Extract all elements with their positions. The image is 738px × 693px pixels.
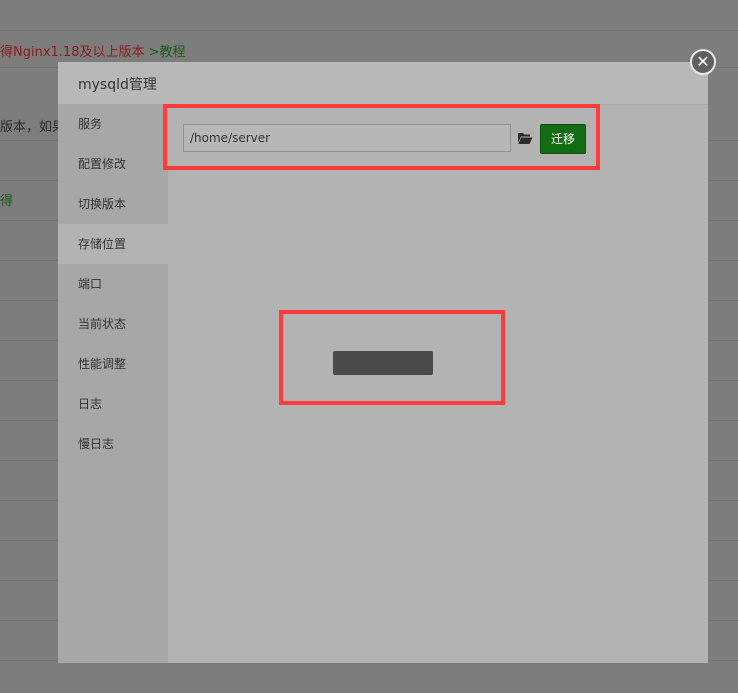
close-icon[interactable]: ✕: [690, 49, 716, 75]
dialog-header: mysqld管理: [58, 62, 708, 105]
sidebar-item-port[interactable]: 端口: [58, 264, 168, 304]
sidebar-item-log[interactable]: 日志: [58, 384, 168, 424]
sidebar-item-storage-location[interactable]: 存储位置: [58, 224, 168, 264]
dialog-title: mysqld管理: [78, 77, 157, 93]
sidebar-item-switch-version[interactable]: 切换版本: [58, 184, 168, 224]
bg-tutorial-link: >教程: [148, 45, 186, 60]
sidebar-item-performance[interactable]: 性能调整: [58, 344, 168, 384]
bg-link-text: 得: [0, 194, 14, 209]
bg-notice: 得Nginx1.18及以上版本 >教程: [0, 41, 186, 60]
dialog-sidebar: 服务 配置修改 切换版本 存储位置 端口 当前状态 性能调整 日志 慢日志: [58, 104, 168, 663]
bg-notice-text: 得Nginx1.18及以上版本: [0, 45, 145, 60]
sidebar-item-config[interactable]: 配置修改: [58, 144, 168, 184]
highlight-box-loading: [279, 310, 505, 405]
sidebar-item-service[interactable]: 服务: [58, 104, 168, 144]
sidebar-item-current-status[interactable]: 当前状态: [58, 304, 168, 344]
highlight-box-path-row: [163, 104, 600, 170]
bg-divider: [0, 30, 738, 31]
sidebar-item-slow-log[interactable]: 慢日志: [58, 424, 168, 464]
